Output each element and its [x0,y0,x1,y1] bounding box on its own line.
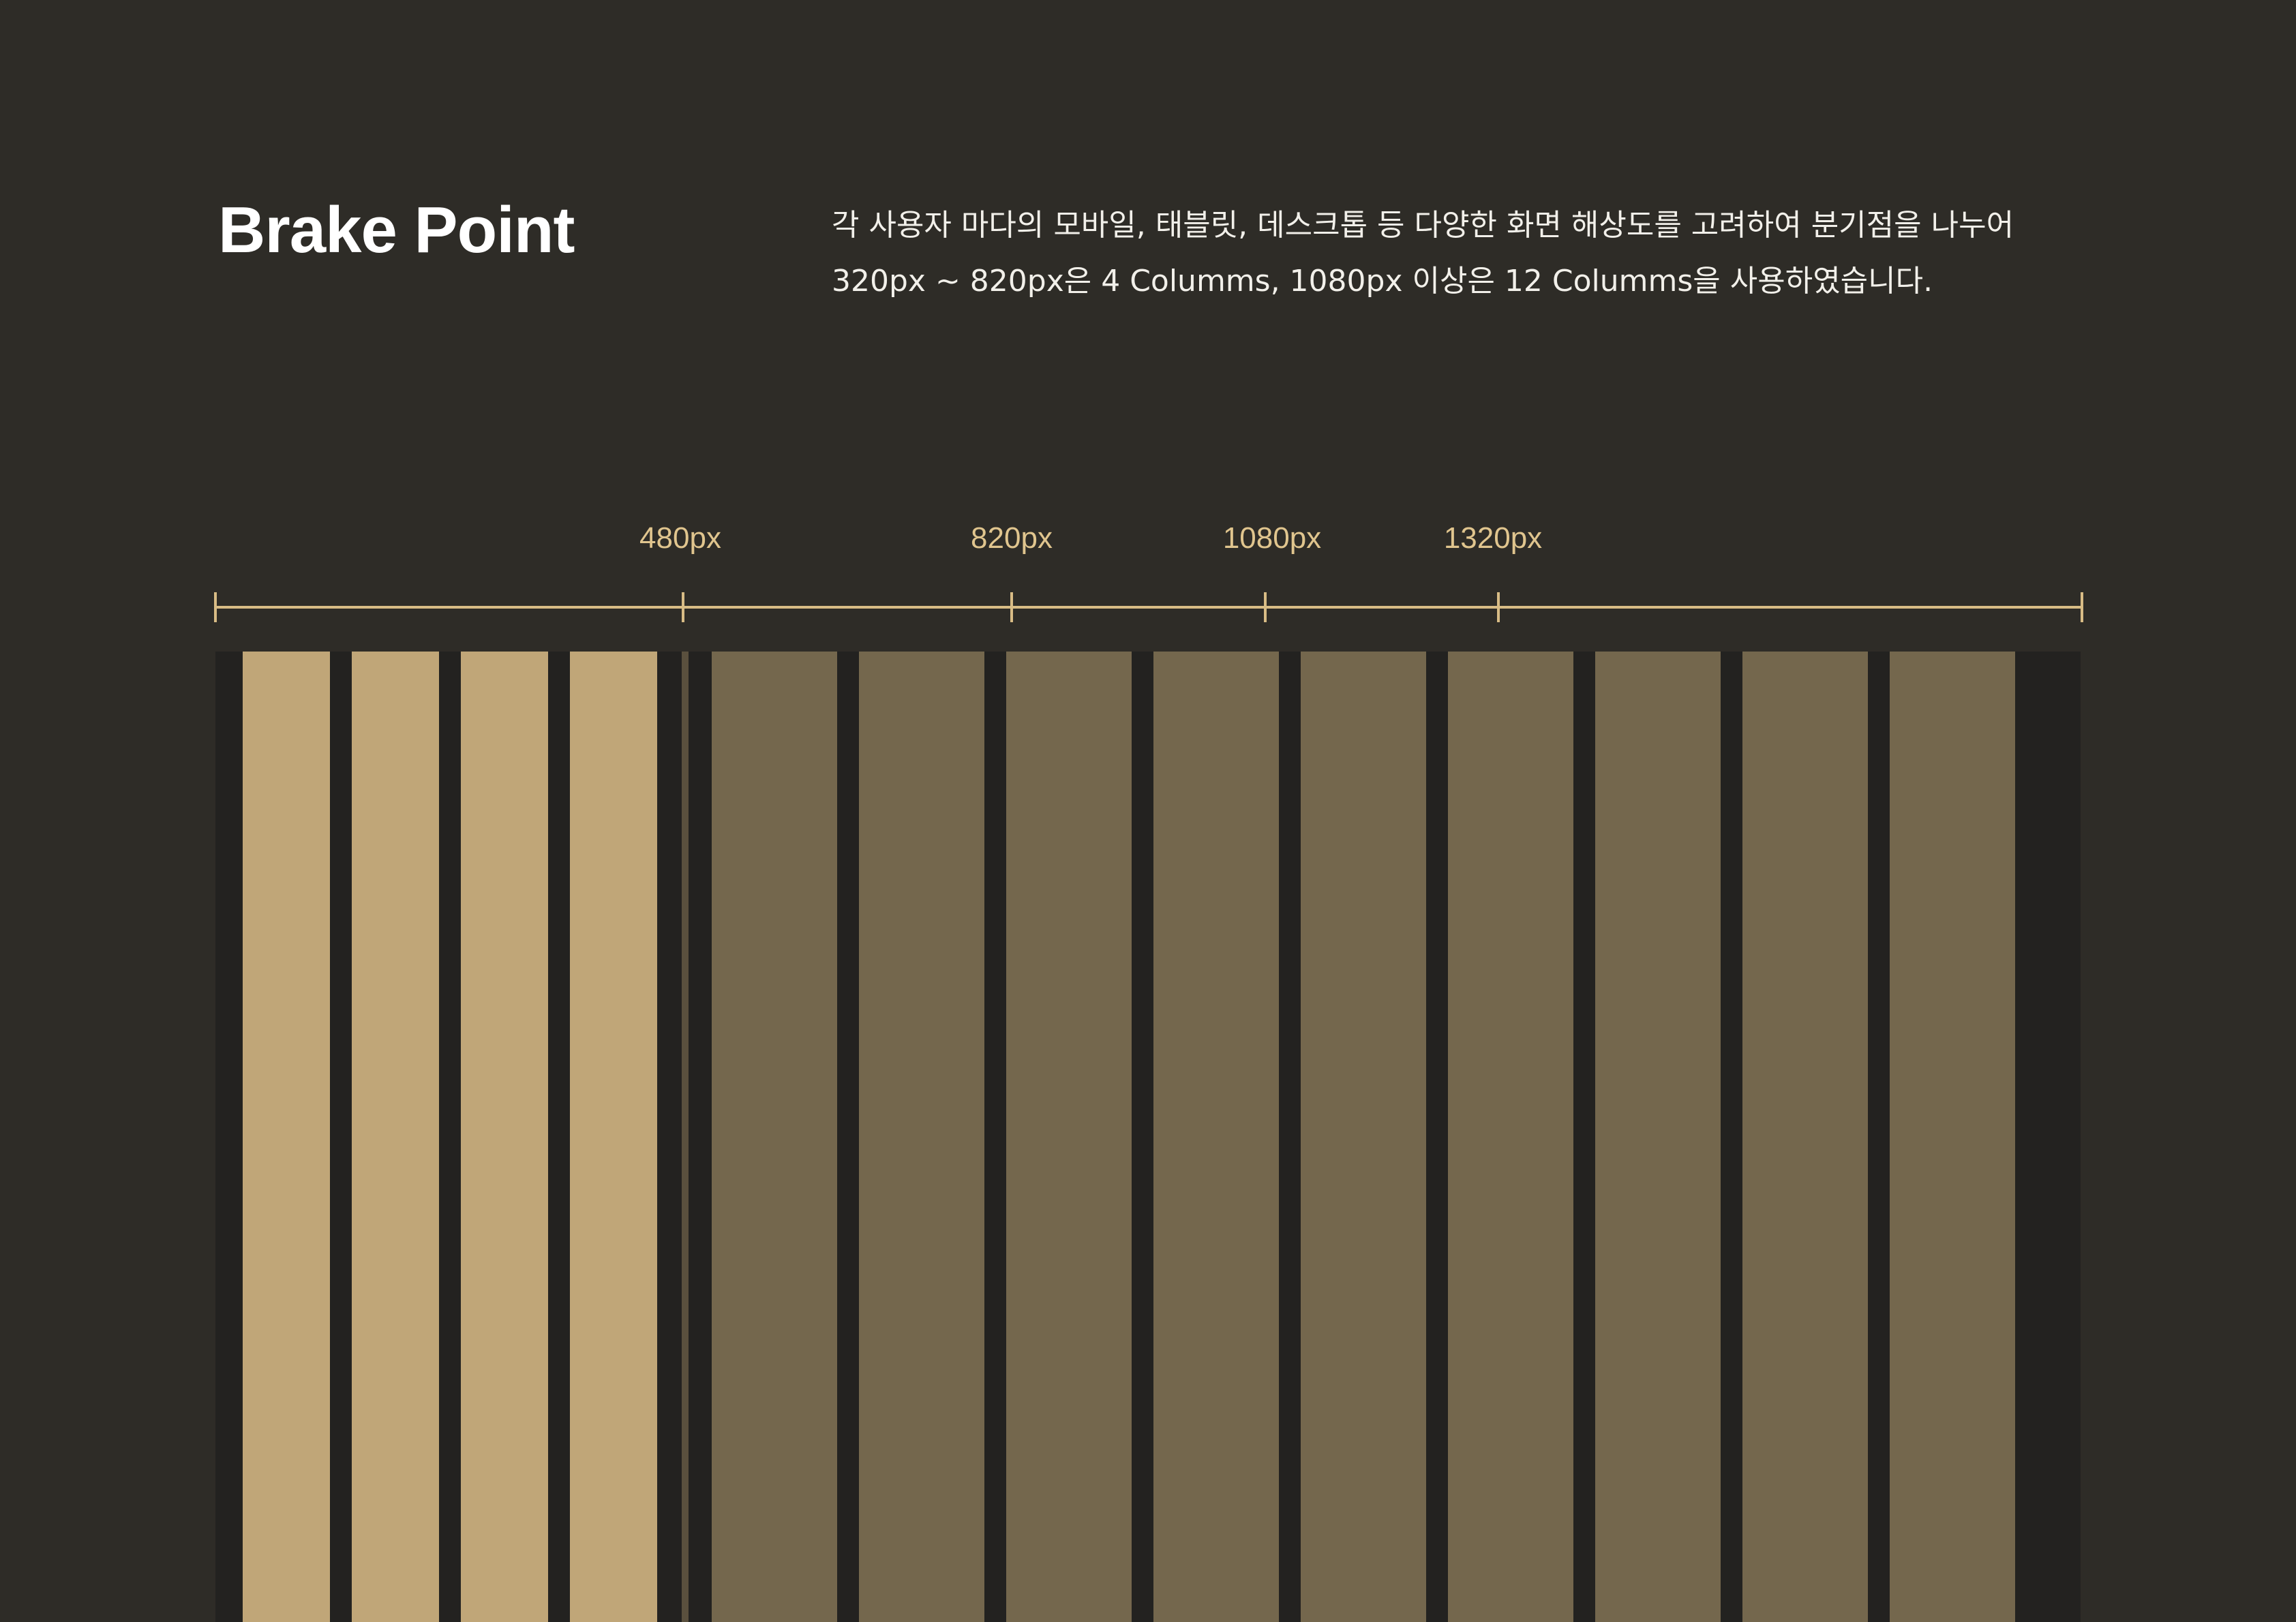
desktop-column [1153,652,1279,1622]
ruler-tick-1080 [1264,592,1267,622]
desktop-column [1006,652,1132,1622]
mobile-column [352,652,439,1622]
breakpoint-label-1320: 1320px [1443,521,1543,555]
description-line-2: 320px ~ 820px은 4 Columms, 1080px 이상은 12 … [832,264,1933,299]
page-title: Brake Point [218,194,575,266]
ruler-tick-1320 [1497,592,1500,622]
ruler-line [215,606,2083,609]
breakpoint-label-480: 480px [639,521,721,555]
column-grid [215,652,2081,1622]
desktop-column [1301,652,1426,1622]
desktop-column [1890,652,2015,1622]
desktop-column [859,652,984,1622]
ruler-tick-start [214,592,217,622]
breakpoint-label-820: 820px [971,521,1053,555]
desktop-column [712,652,837,1622]
breakpoint-ruler [214,589,2083,623]
description-line-1: 각 사용자 마다의 모바일, 태블릿, 데스크톱 등 다양한 화면 해상도를 고… [832,208,2014,243]
ruler-tick-end [2081,592,2083,622]
ruler-tick-820 [1010,592,1013,622]
description: 각 사용자 마다의 모바일, 태블릿, 데스크톱 등 다양한 화면 해상도를 고… [832,198,2195,309]
breakpoint-label-1080: 1080px [1222,521,1322,555]
mobile-column [570,652,657,1622]
desktop-column [1448,652,1573,1622]
ruler-tick-480 [682,592,684,622]
mobile-column [461,652,548,1622]
desktop-column [1595,652,1721,1622]
desktop-column [1742,652,1868,1622]
column-edge [682,652,689,1622]
mobile-column [243,652,330,1622]
